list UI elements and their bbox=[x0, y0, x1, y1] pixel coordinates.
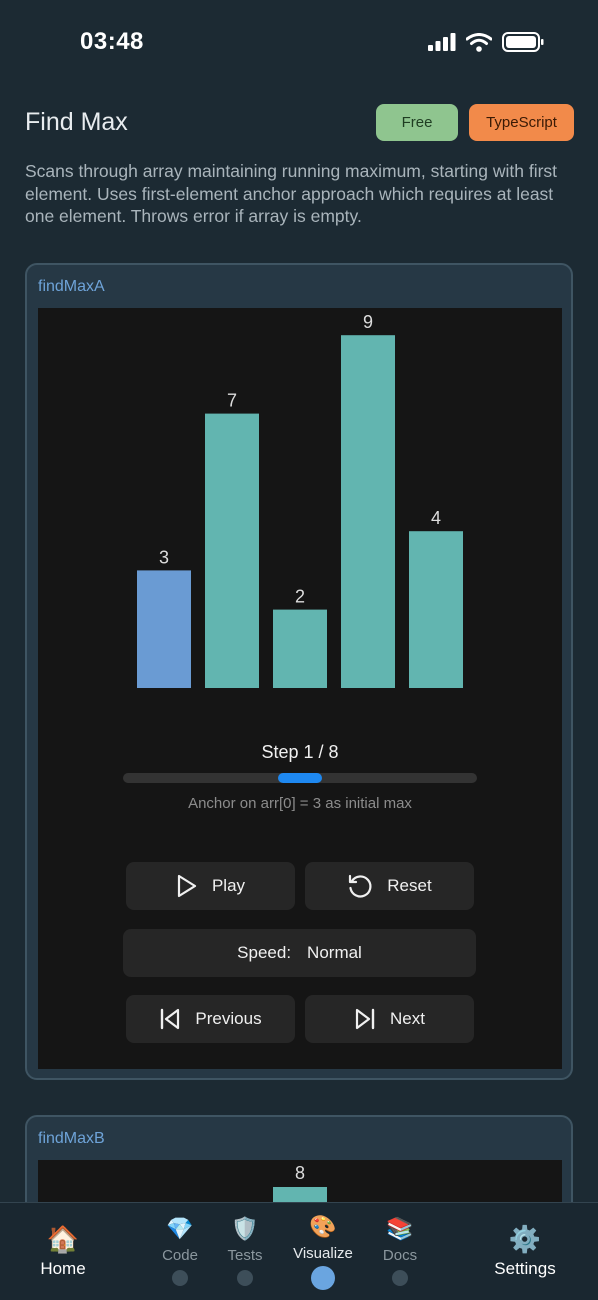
bar-value-label: 4 bbox=[431, 508, 441, 528]
bar-value-label: 3 bbox=[159, 547, 169, 567]
tab-label: Settings bbox=[494, 1259, 556, 1278]
bar bbox=[341, 335, 395, 688]
wifi-icon bbox=[466, 32, 492, 52]
status-bar: 03:48 bbox=[0, 0, 598, 80]
house-icon: 🏠 bbox=[46, 1224, 80, 1254]
play-label: Play bbox=[211, 876, 246, 895]
next-button[interactable]: Next bbox=[305, 995, 474, 1043]
tab-settings[interactable]: ⚙️ Settings bbox=[485, 1223, 565, 1279]
tab-docs[interactable]: 📚 Docs bbox=[370, 1215, 430, 1286]
step-description: Anchor on arr[0] = 3 as initial max bbox=[188, 795, 412, 812]
tab-tests[interactable]: 🛡️ Tests bbox=[215, 1215, 275, 1286]
bar-value-label: 2 bbox=[295, 587, 305, 607]
skip-forward-icon bbox=[355, 1008, 375, 1030]
tab-bar: 🏠 Home 💎 Code 🛡️ Tests 🎨 Visualize 📚 Doc… bbox=[0, 1202, 598, 1300]
shield-icon: 🛡️ bbox=[231, 1216, 259, 1241]
next-label: Next bbox=[390, 1009, 425, 1028]
bar bbox=[409, 531, 463, 688]
palette-icon: 🎨 bbox=[309, 1214, 337, 1239]
reset-button[interactable]: Reset bbox=[305, 862, 474, 910]
visualizer-panel: 3 7 2 9 4 Step 1 / 8 Anchor on arr[0] = 3 as… bbox=[38, 308, 562, 1069]
tab-label: Docs bbox=[382, 1247, 418, 1264]
tab-indicator-dot bbox=[237, 1270, 253, 1286]
speed-value: Normal bbox=[307, 943, 362, 962]
tab-label: Tests bbox=[227, 1247, 263, 1264]
visualizer-card-a: findMaxA 3 7 2 9 4 Step 1 / 8 Anchor on arr[… bbox=[25, 263, 573, 1080]
tab-label: Visualize bbox=[293, 1245, 353, 1262]
bar-active bbox=[137, 570, 191, 688]
page-title: Find Max bbox=[25, 108, 128, 136]
step-progress-track[interactable] bbox=[123, 773, 477, 783]
bar-value-label: 7 bbox=[227, 391, 237, 411]
tab-indicator-dot bbox=[392, 1270, 408, 1286]
gem-icon: 💎 bbox=[166, 1216, 194, 1241]
battery-icon bbox=[502, 32, 544, 52]
bar bbox=[205, 413, 259, 688]
bar-value-label: 9 bbox=[363, 312, 373, 332]
signal-icon bbox=[428, 33, 456, 51]
gear-icon: ⚙️ bbox=[508, 1224, 542, 1254]
bar bbox=[273, 609, 327, 688]
tab-visualize[interactable]: 🎨 Visualize bbox=[283, 1213, 363, 1290]
bar-chart: 3 7 2 9 4 bbox=[137, 312, 463, 688]
speed-label: Speed: bbox=[237, 943, 292, 962]
algorithm-description: Scans through array maintaining running … bbox=[25, 161, 558, 226]
bar-value-label: 8 bbox=[294, 1163, 305, 1183]
card-title: findMaxA bbox=[38, 278, 105, 295]
language-badge: TypeScript bbox=[469, 104, 574, 141]
card-title: findMaxB bbox=[38, 1130, 105, 1147]
skip-back-icon bbox=[161, 1008, 180, 1030]
status-icons bbox=[428, 32, 544, 52]
previous-button[interactable]: Previous bbox=[126, 995, 295, 1043]
step-label: Step 1 / 8 bbox=[261, 742, 339, 762]
tab-code[interactable]: 💎 Code bbox=[150, 1215, 210, 1286]
previous-label: Previous bbox=[195, 1009, 262, 1028]
tab-indicator-dot-active bbox=[311, 1266, 335, 1290]
tab-home[interactable]: 🏠 Home bbox=[30, 1223, 96, 1279]
reset-label: Reset bbox=[387, 876, 432, 895]
books-icon: 📚 bbox=[386, 1216, 414, 1241]
step-progress-thumb[interactable] bbox=[278, 773, 322, 783]
tab-label: Code bbox=[162, 1247, 198, 1264]
speed-selector[interactable]: Speed: Normal bbox=[123, 929, 476, 977]
status-time: 03:48 bbox=[80, 28, 144, 55]
tab-indicator-dot bbox=[172, 1270, 188, 1286]
play-icon bbox=[177, 874, 197, 898]
reset-icon bbox=[349, 874, 372, 898]
tab-label: Home bbox=[40, 1259, 86, 1278]
play-button[interactable]: Play bbox=[126, 862, 295, 910]
free-badge: Free bbox=[376, 104, 458, 141]
